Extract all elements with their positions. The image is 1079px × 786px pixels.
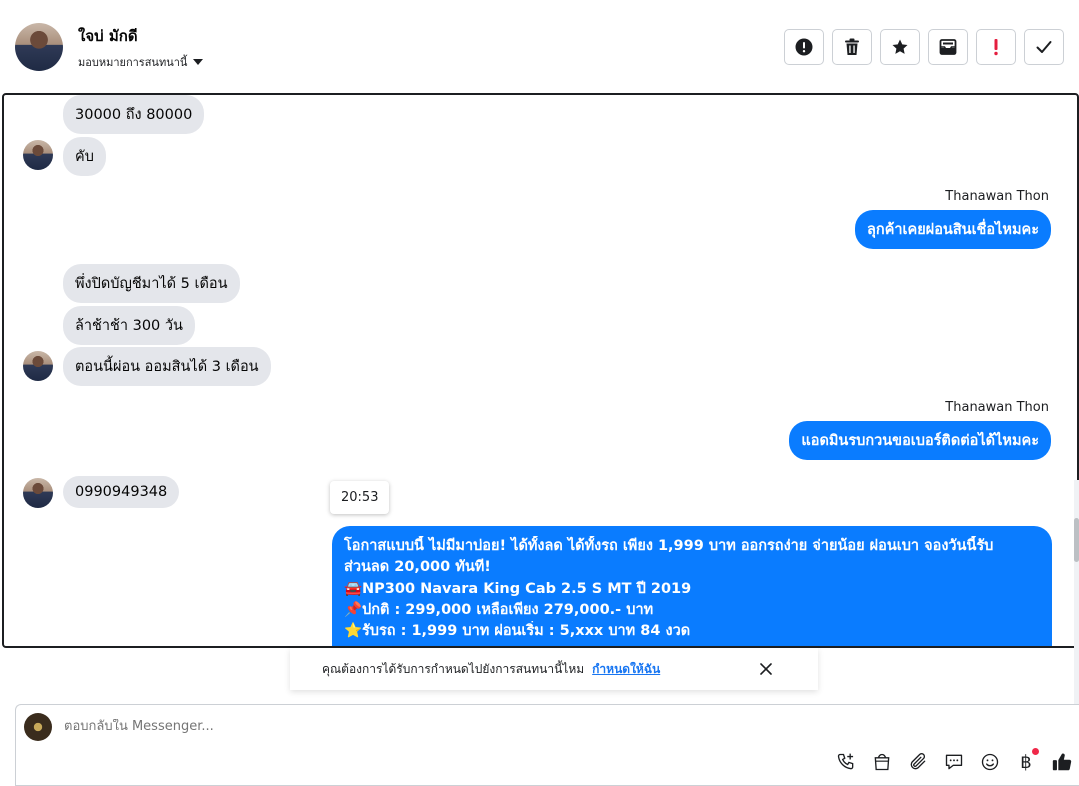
incoming-message: ล้าช้าช้า 300 วัน bbox=[63, 306, 195, 345]
incoming-message: ตอนนี้ผ่อน ออมสินได้ 3 เดือน bbox=[63, 347, 271, 386]
sender-name: Thanawan Thon bbox=[945, 189, 1049, 204]
baht-icon: ฿ bbox=[1020, 751, 1032, 773]
incoming-message: คับ bbox=[63, 137, 106, 176]
star-button[interactable] bbox=[880, 29, 920, 65]
promo-line: 🚘NP300 Navara King Cab 2.5 S MT ปี 2019 bbox=[344, 579, 1040, 600]
pushpin-icon: 📌 bbox=[344, 601, 363, 618]
like-button[interactable] bbox=[1051, 751, 1073, 773]
contact-avatar-small bbox=[23, 140, 53, 170]
assign-reminder-text: คุณต้องการได้รับการกำหนดไปยังการสนทนานี้… bbox=[322, 661, 585, 676]
phone-plus-icon bbox=[837, 753, 854, 770]
alert-circle-icon bbox=[795, 38, 813, 56]
smiley-icon bbox=[981, 753, 999, 771]
conversation-header: ใจบ่ มักดี มอบหมายการสนทนานี้ bbox=[0, 0, 1079, 93]
header-actions bbox=[784, 29, 1064, 65]
assign-to-me-link[interactable]: กำหนดให้ฉัน bbox=[592, 660, 660, 679]
sender-name: Thanawan Thon bbox=[945, 400, 1049, 415]
saved-replies-button[interactable] bbox=[943, 751, 965, 773]
contact-avatar-small bbox=[23, 351, 53, 381]
paperclip-icon bbox=[910, 753, 926, 770]
car-icon: 🚘 bbox=[344, 580, 363, 597]
message-timestamp-tooltip: 20:53 bbox=[330, 481, 390, 514]
outgoing-message: แอดมินรบกวนขอเบอร์ติดต่อได้ไหมคะ bbox=[789, 421, 1051, 460]
reply-input[interactable] bbox=[64, 719, 764, 734]
mark-done-button[interactable] bbox=[1024, 29, 1064, 65]
incoming-message: 30000 ถึง 80000 bbox=[63, 95, 205, 134]
reply-composer: ฿ bbox=[15, 704, 1079, 786]
payment-button[interactable]: ฿ bbox=[1015, 748, 1039, 773]
check-icon bbox=[1036, 41, 1052, 53]
incoming-message-phone: 0990949348 bbox=[63, 476, 180, 508]
assign-label: มอบหมายการสนทนานี้ bbox=[78, 56, 188, 69]
add-call-button[interactable] bbox=[835, 751, 857, 773]
envelope-icon bbox=[939, 39, 957, 55]
trash-icon bbox=[845, 38, 859, 55]
notification-dot bbox=[1032, 748, 1039, 755]
shopping-bag-icon bbox=[874, 753, 890, 771]
contact-avatar-small bbox=[23, 478, 53, 508]
shop-button[interactable] bbox=[871, 751, 893, 773]
mark-unread-button[interactable] bbox=[928, 29, 968, 65]
outgoing-message: ลุกค้าเคยผ่อนสินเชื่อไหมคะ bbox=[855, 210, 1051, 249]
page-avatar bbox=[24, 713, 52, 741]
exclamation-icon bbox=[994, 39, 998, 56]
report-spam-button[interactable] bbox=[784, 29, 824, 65]
incoming-message: พึ่งปิดบัญชีมาได้ 5 เดือน bbox=[63, 264, 240, 303]
thumbs-up-icon bbox=[1052, 753, 1072, 771]
outgoing-promo-message: โอกาสแบบนี้ ไม่มีมาบ่อย! ได้ทั้งลด ได้ทั… bbox=[332, 526, 1052, 646]
promo-line: 📌ปกติ : 299,000 เหลือเพียง 279,000.- บาท bbox=[344, 600, 1040, 621]
contact-name[interactable]: ใจบ่ มักดี bbox=[78, 24, 138, 48]
delete-button[interactable] bbox=[832, 29, 872, 65]
emoji-button[interactable] bbox=[979, 751, 1001, 773]
close-icon[interactable] bbox=[758, 661, 774, 677]
assign-conversation-dropdown[interactable]: มอบหมายการสนทนานี้ bbox=[78, 53, 204, 71]
promo-line: โอกาสแบบนี้ ไม่มีมาบ่อย! ได้ทั้งลด ได้ทั… bbox=[344, 538, 994, 576]
message-thread[interactable]: 30000 ถึง 80000 คับ Thanawan Thon ลุกค้า… bbox=[2, 93, 1079, 648]
promo-line: ⭐รับรถ : 1,999 บาท ผ่อนเริ่ม : 5,xxx บาท… bbox=[344, 621, 1040, 642]
assign-reminder-banner: คุณต้องการได้รับการกำหนดไปยังการสนทนานี้… bbox=[290, 648, 818, 690]
star-icon bbox=[892, 39, 908, 54]
star-emoji-icon: ⭐ bbox=[344, 623, 363, 640]
chat-bubble-icon bbox=[945, 754, 963, 770]
attach-button[interactable] bbox=[907, 751, 929, 773]
caret-down-icon bbox=[193, 59, 204, 65]
composer-toolbar: ฿ bbox=[835, 748, 1073, 773]
contact-avatar[interactable] bbox=[15, 23, 63, 71]
mark-priority-button[interactable] bbox=[976, 29, 1016, 65]
scrollbar-thumb[interactable] bbox=[1074, 518, 1079, 562]
